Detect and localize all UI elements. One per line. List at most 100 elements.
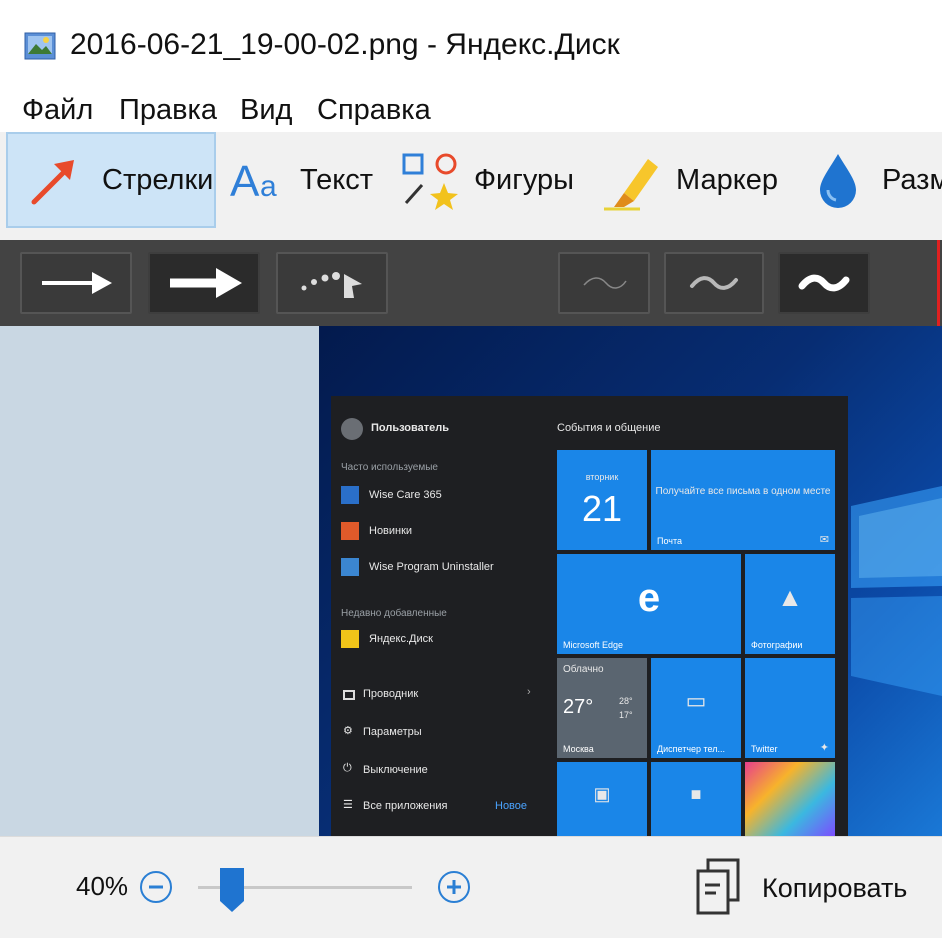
menu-view[interactable]: Вид (240, 94, 292, 127)
screenshot-image[interactable]: Пользователь Часто используемые Wise Car… (319, 326, 942, 836)
settings-gear-icon: ⚙ (343, 725, 353, 737)
phone-companion-tile[interactable]: ▭ Диспетчер тел... (651, 658, 741, 758)
line-width-medium-button[interactable] (664, 252, 764, 314)
marker-icon (604, 159, 658, 211)
zoom-level: 40% (76, 871, 129, 901)
arrow-icon (31, 160, 74, 205)
thick-arrow-button[interactable] (148, 252, 260, 314)
weather-low: 17° (619, 710, 633, 720)
thin-arrow-icon (42, 272, 112, 294)
thick-arrow-icon (170, 268, 242, 298)
tool-shapes[interactable]: Фигуры (400, 132, 590, 228)
explorer-icon (343, 690, 355, 700)
thin-line-icon (583, 277, 627, 289)
app-yandex-disk[interactable]: Яндекс.Диск (369, 633, 433, 645)
user-avatar[interactable] (341, 418, 363, 440)
game-tile[interactable] (745, 762, 835, 836)
photos-tile[interactable]: ▲ Фотографии (745, 554, 835, 654)
tiles-heading: События и общение (557, 422, 661, 434)
dotted-arrow-button[interactable] (276, 252, 388, 314)
wise-care-icon (341, 486, 359, 504)
zoom-slider-thumb[interactable] (219, 867, 245, 913)
menu-edit[interactable]: Правка (119, 94, 217, 127)
tool-arrows[interactable]: Стрелки (6, 132, 216, 228)
image-file-icon (24, 32, 56, 60)
tool-arrows-label: Стрелки (102, 163, 214, 196)
tool-shapes-label: Фигуры (474, 163, 574, 196)
twitter-label: Twitter (751, 744, 778, 754)
weather-tile[interactable]: Облачно 27° 28° 17° Москва (557, 658, 647, 758)
weather-high: 28° (619, 696, 633, 706)
most-used-heading: Часто используемые (341, 462, 438, 473)
status-bar: 40% Копировать (0, 836, 942, 938)
zoom-out-button[interactable] (140, 871, 172, 903)
uninstaller-icon (341, 558, 359, 576)
blur-drop-icon (820, 154, 856, 208)
chevron-right-icon[interactable]: › (527, 686, 531, 698)
menu-power[interactable]: Выключение (363, 764, 428, 776)
tool-blur[interactable]: Разм (810, 132, 942, 228)
tool-text[interactable]: A a Текст (228, 132, 388, 228)
calendar-day: вторник (585, 472, 619, 482)
menu-bar: Файл Правка Вид Справка (0, 88, 942, 132)
tool-bar: Стрелки A a Текст Фигуры Маркер Разм (0, 132, 942, 241)
app-uninstaller[interactable]: Wise Program Uninstaller (369, 561, 494, 573)
all-apps-icon: ☰ (343, 799, 353, 811)
copy-icon[interactable] (694, 857, 742, 917)
weather-title: Облачно (563, 664, 604, 675)
twitter-tile[interactable]: Twitter ✦ (745, 658, 835, 758)
weather-city: Москва (563, 744, 594, 754)
copy-button-label[interactable]: Копировать (762, 873, 907, 904)
svg-text:A: A (230, 157, 260, 206)
power-icon: ⏻ (343, 762, 352, 774)
video-tile[interactable]: ■ (651, 762, 741, 836)
editor-canvas[interactable]: Пользователь Часто используемые Wise Car… (0, 326, 942, 836)
yandex-disk-app-icon (341, 630, 359, 648)
twitter-bird-icon: ✦ (819, 742, 829, 754)
thick-line-icon (798, 274, 850, 292)
tool-marker-label: Маркер (676, 163, 779, 196)
mail-tile[interactable]: Получайте все письма в одном месте Почта… (651, 450, 835, 550)
line-width-thin-button[interactable] (558, 252, 650, 314)
options-bar (0, 240, 942, 326)
tool-text-label: Текст (300, 163, 374, 196)
phone-companion-label: Диспетчер тел... (657, 744, 726, 754)
store-tile[interactable]: ▣ (557, 762, 647, 836)
news-app-icon (341, 522, 359, 540)
dotted-arrow-icon (301, 272, 362, 298)
calendar-date: 21 (581, 488, 623, 529)
calendar-tile[interactable]: вторник 21 (557, 450, 647, 550)
medium-line-icon (690, 276, 738, 290)
text-icon: A a (230, 157, 277, 206)
minus-icon (149, 885, 163, 889)
menu-explorer[interactable]: Проводник (363, 688, 418, 700)
mail-label: Почта (657, 536, 682, 546)
app-news[interactable]: Новинки (369, 525, 412, 537)
photos-label: Фотографии (751, 640, 803, 650)
plus-icon (447, 880, 461, 894)
mail-icon: ✉ (819, 534, 829, 546)
window-title: 2016-06-21_19-00-02.png - Яндекс.Диск (70, 28, 620, 61)
menu-settings[interactable]: Параметры (363, 726, 422, 738)
zoom-in-button[interactable] (438, 871, 470, 903)
phone-companion-icon: ▭ (685, 688, 707, 713)
tool-marker[interactable]: Маркер (600, 132, 790, 228)
store-icon: ▣ (593, 784, 611, 804)
line-width-thick-button[interactable] (778, 252, 870, 314)
svg-text:a: a (260, 170, 277, 203)
thin-arrow-button[interactable] (20, 252, 132, 314)
menu-help[interactable]: Справка (317, 94, 431, 127)
menu-file[interactable]: Файл (22, 94, 93, 127)
shapes-icon (402, 153, 458, 210)
edge-label: Microsoft Edge (563, 640, 624, 650)
tool-blur-label: Разм (882, 163, 942, 196)
new-badge: Новое (495, 800, 528, 812)
photos-icon: ▲ (777, 582, 803, 612)
user-name[interactable]: Пользователь (371, 422, 449, 434)
edge-icon: e (637, 576, 661, 620)
mail-text: Получайте все письма в одном месте (655, 486, 831, 497)
edge-tile[interactable]: e Microsoft Edge (557, 554, 741, 654)
start-menu: Пользователь Часто используемые Wise Car… (331, 396, 848, 836)
menu-all-apps[interactable]: Все приложения (363, 800, 447, 812)
app-wise-care[interactable]: Wise Care 365 (369, 489, 442, 501)
